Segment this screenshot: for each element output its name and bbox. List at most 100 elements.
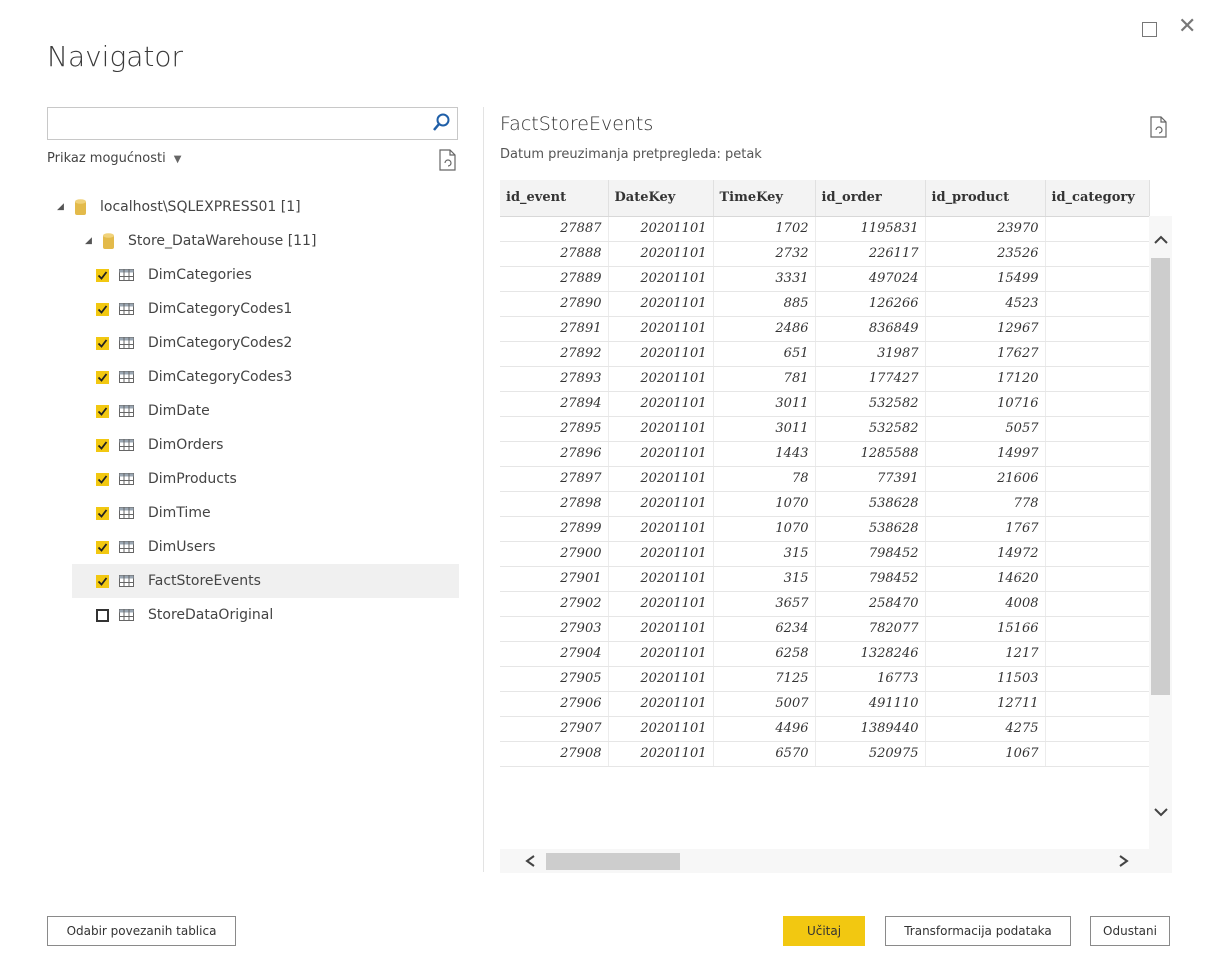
column-header[interactable]: id_product — [925, 180, 1046, 217]
tree-item[interactable]: FactStoreEvents — [72, 564, 459, 598]
tree-item-label: DimProducts — [148, 471, 237, 487]
tree-item[interactable]: DimProducts — [72, 462, 459, 496]
display-options-dropdown[interactable]: Prikaz mogućnosti ▼ — [47, 151, 181, 166]
table-cell: 27903 — [500, 616, 609, 642]
table-cell: 15166 — [925, 616, 1046, 642]
tree-item[interactable]: DimDate — [72, 394, 459, 428]
table-cell: 798452 — [815, 541, 926, 567]
tree-item[interactable]: DimCategoryCodes2 — [72, 326, 459, 360]
refresh-icon[interactable] — [439, 149, 457, 171]
search-input[interactable] — [47, 107, 458, 140]
table-cell: 3331 — [713, 266, 816, 292]
scroll-down-icon[interactable] — [1153, 806, 1169, 820]
table-cell: 11503 — [925, 666, 1046, 692]
table-cell: 20201101 — [608, 216, 714, 242]
tree-item[interactable]: StoreDataOriginal — [72, 598, 459, 632]
cancel-button[interactable]: Odustani — [1090, 916, 1170, 946]
tree-item[interactable]: DimCategories — [72, 258, 459, 292]
expand-triangle-icon[interactable]: ◢ — [85, 236, 97, 246]
table-cell — [1045, 591, 1150, 617]
checkbox-checked[interactable] — [96, 302, 109, 316]
checkbox-checked[interactable] — [96, 540, 109, 554]
tree-item[interactable]: DimCategoryCodes1 — [72, 292, 459, 326]
tree-item[interactable]: DimCategoryCodes3 — [72, 360, 459, 394]
scroll-right-icon[interactable] — [1118, 854, 1130, 868]
table-cell: 3657 — [713, 591, 816, 617]
tree-node-database[interactable]: ◢ Store_DataWarehouse [11] — [85, 224, 497, 258]
table-cell: 778 — [925, 491, 1046, 517]
table-cell: 27890 — [500, 291, 609, 317]
table-cell: 14620 — [925, 566, 1046, 592]
checkbox-checked[interactable] — [96, 506, 109, 520]
table-cell — [1045, 416, 1150, 442]
refresh-preview-icon[interactable] — [1150, 116, 1168, 138]
table-cell: 27908 — [500, 741, 609, 767]
select-related-tables-button[interactable]: Odabir povezanih tablica — [47, 916, 236, 946]
search-icon[interactable] — [431, 112, 451, 134]
scroll-left-icon[interactable] — [524, 854, 536, 868]
table-cell: 4496 — [713, 716, 816, 742]
tree-item[interactable]: DimOrders — [72, 428, 459, 462]
table-cell: 27893 — [500, 366, 609, 392]
column-header[interactable]: DateKey — [608, 180, 714, 217]
table-cell: 15499 — [925, 266, 1046, 292]
column-header[interactable]: id_order — [815, 180, 926, 217]
table-cell: 20201101 — [608, 366, 714, 392]
table-cell: 27906 — [500, 691, 609, 717]
table-row: 27893 20201101 781 177427 17120 — [500, 366, 1150, 392]
table-cell: 1217 — [925, 641, 1046, 667]
table-icon — [119, 371, 134, 383]
checkbox-checked[interactable] — [96, 438, 109, 452]
table-cell — [1045, 341, 1150, 367]
horizontal-scrollbar[interactable] — [500, 849, 1172, 873]
table-cell: 491110 — [815, 691, 926, 717]
checkbox-checked[interactable] — [96, 574, 109, 588]
tree-node-server[interactable]: ◢ localhost\SQLEXPRESS01 [1] — [57, 190, 469, 224]
checkbox-checked[interactable] — [96, 336, 109, 350]
tree-item[interactable]: DimTime — [72, 496, 459, 530]
table-row: 27895 20201101 3011 532582 5057 — [500, 416, 1150, 442]
vertical-scroll-thumb[interactable] — [1151, 258, 1170, 695]
table-cell — [1045, 641, 1150, 667]
table-cell — [1045, 216, 1150, 242]
table-row: 27898 20201101 1070 538628 778 — [500, 491, 1150, 517]
checkbox-checked[interactable] — [96, 268, 109, 282]
table-cell: 27902 — [500, 591, 609, 617]
close-icon[interactable]: ✕ — [1178, 14, 1196, 39]
database-label: Store_DataWarehouse [11] — [128, 233, 317, 249]
table-cell: 23526 — [925, 241, 1046, 267]
load-button[interactable]: Učitaj — [783, 916, 865, 946]
expand-triangle-icon[interactable]: ◢ — [57, 202, 69, 212]
checkbox-unchecked[interactable] — [96, 608, 109, 622]
table-cell — [1045, 466, 1150, 492]
maximize-icon[interactable] — [1142, 22, 1157, 37]
tree-item-label: DimOrders — [148, 437, 224, 453]
preview-title: FactStoreEvents — [500, 113, 654, 135]
table-cell: 3011 — [713, 391, 816, 417]
checkbox-checked[interactable] — [96, 404, 109, 418]
checkbox-checked[interactable] — [96, 370, 109, 384]
table-cell — [1045, 691, 1150, 717]
column-header[interactable]: id_event — [500, 180, 609, 217]
table-cell: 17627 — [925, 341, 1046, 367]
horizontal-scroll-thumb[interactable] — [546, 853, 680, 870]
preview-grid[interactable]: id_event DateKey TimeKey id_order id_product… — [500, 180, 1172, 873]
scroll-up-icon[interactable] — [1153, 232, 1169, 246]
table-cell: 10716 — [925, 391, 1046, 417]
vertical-scrollbar[interactable] — [1149, 216, 1172, 856]
checkmark-icon — [97, 576, 108, 586]
table-cell: 538628 — [815, 516, 926, 542]
table-cell: 1702 — [713, 216, 816, 242]
table-cell: 27894 — [500, 391, 609, 417]
table-cell: 126266 — [815, 291, 926, 317]
table-cell: 532582 — [815, 391, 926, 417]
table-cell: 20201101 — [608, 241, 714, 267]
table-cell: 20201101 — [608, 341, 714, 367]
table-cell: 836849 — [815, 316, 926, 342]
checkbox-checked[interactable] — [96, 472, 109, 486]
column-header[interactable]: id_category — [1045, 180, 1150, 217]
tree-item-label: DimTime — [148, 505, 211, 521]
transform-data-button[interactable]: Transformacija podataka — [885, 916, 1071, 946]
column-header[interactable]: TimeKey — [713, 180, 816, 217]
tree-item[interactable]: DimUsers — [72, 530, 459, 564]
